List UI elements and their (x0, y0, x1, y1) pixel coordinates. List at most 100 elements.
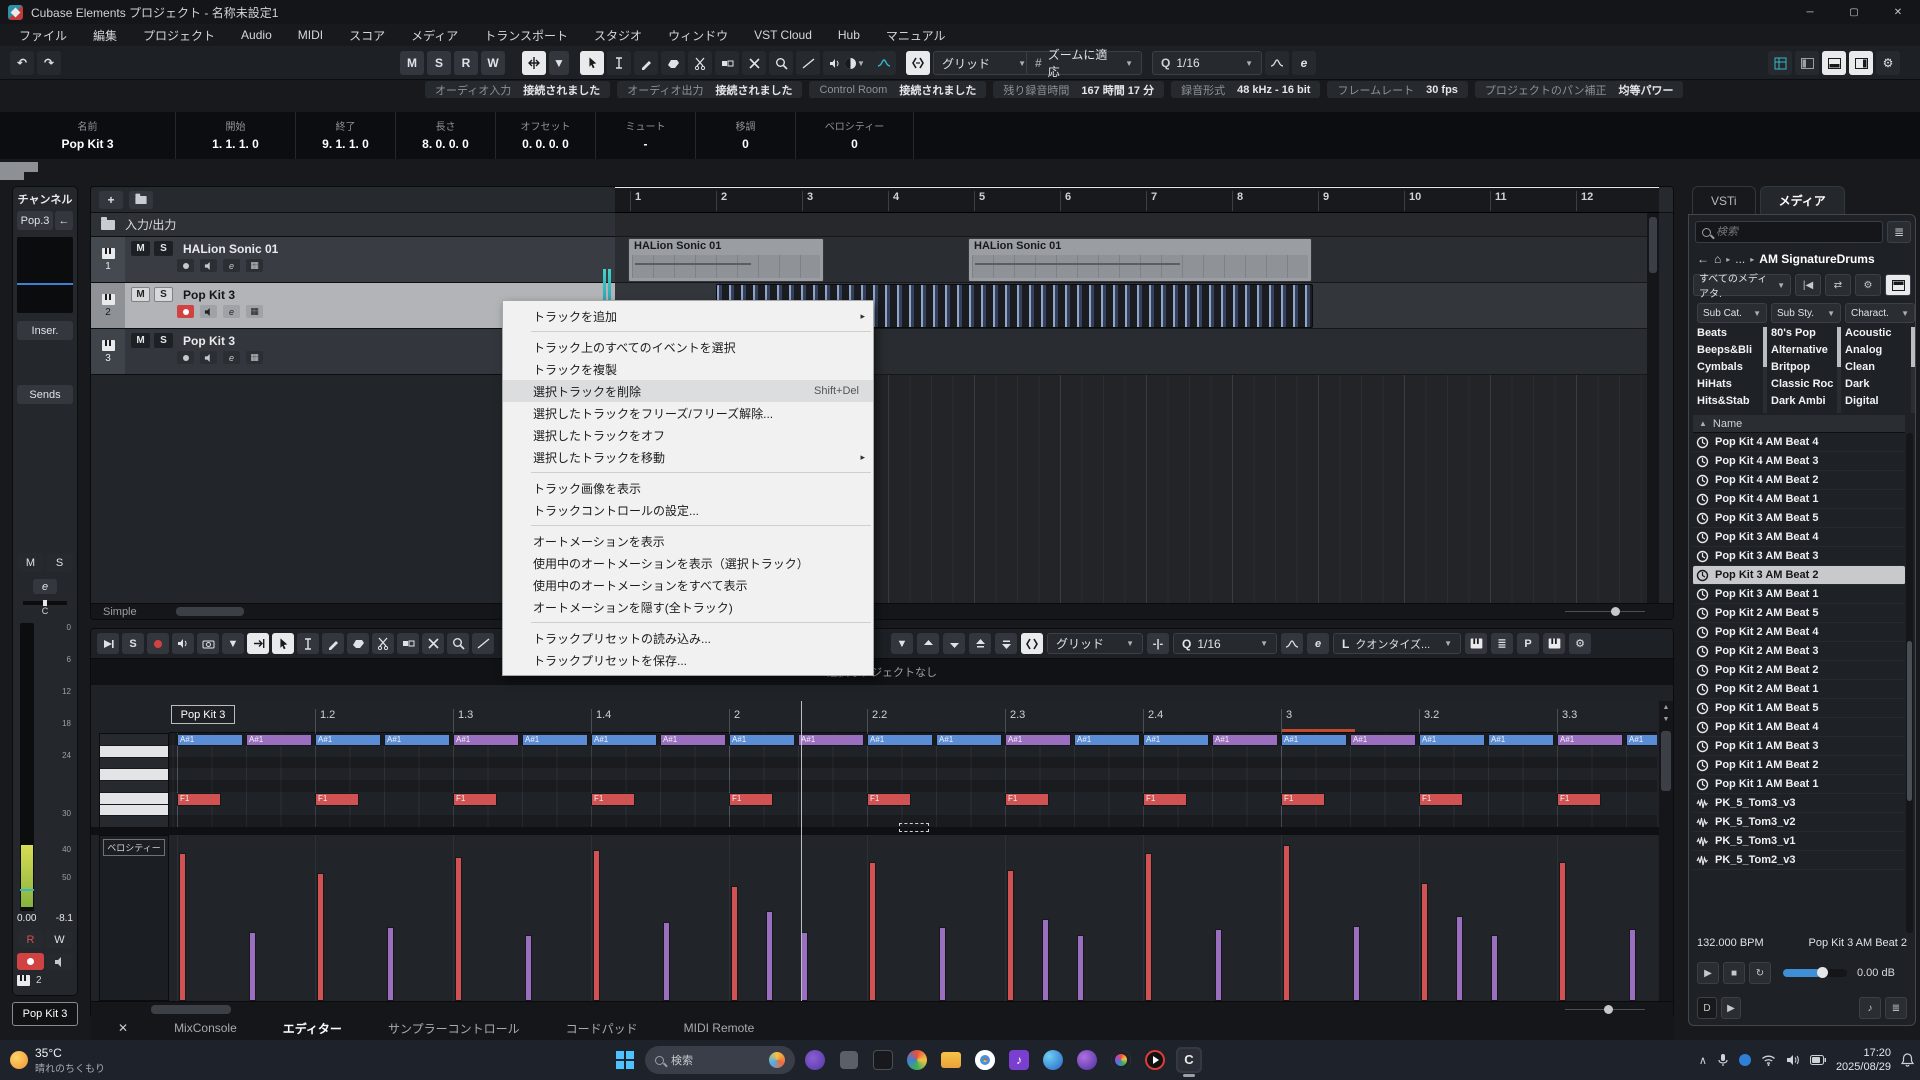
breadcrumb-current[interactable]: AM SignatureDrums (1759, 252, 1874, 266)
file-row-PK_5_Tom3_v3[interactable]: PK_5_Tom3_v3 (1693, 794, 1905, 813)
menubar-item-スコア[interactable]: スコア (336, 27, 398, 44)
file-row-Pop Kit 3 AM Beat 4[interactable]: Pop Kit 3 AM Beat 4 (1693, 528, 1905, 547)
velocity-bar[interactable] (801, 932, 808, 1001)
quantize-select[interactable]: Q 1/16 ▼ (1152, 51, 1262, 75)
start-button[interactable] (612, 1047, 638, 1073)
minimize-button[interactable]: ─ (1788, 0, 1832, 24)
move-up-button[interactable] (917, 633, 939, 654)
editor-rec-button[interactable] (147, 633, 169, 654)
menubar-item-VST Cloud[interactable]: VST Cloud (741, 28, 825, 42)
midi-note-kick[interactable]: F1 (867, 793, 911, 806)
menubar-item-ウィンドウ[interactable]: ウィンドウ (655, 27, 741, 44)
velocity-bar[interactable] (939, 927, 946, 1001)
taskbar-app-photos[interactable] (1108, 1047, 1134, 1073)
record-enable-button[interactable] (17, 953, 44, 970)
menubar-item-編集[interactable]: 編集 (80, 27, 130, 44)
redo-button[interactable]: ↷ (37, 51, 61, 75)
file-row-PK_5_Tom2_v3[interactable]: PK_5_Tom2_v3 (1693, 851, 1905, 870)
menu-item-選択したトラックを移動[interactable]: 選択したトラックを移動▸ (503, 446, 873, 468)
menu-item-使用中のオートメーションをすべて表示[interactable]: 使用中のオートメーションをすべて表示 (503, 574, 873, 596)
media-search-field[interactable] (1695, 221, 1883, 243)
infoline-開始[interactable]: 開始1. 1. 1. 0 (176, 112, 296, 159)
microphone-icon[interactable] (1717, 1053, 1729, 1067)
midi-note-hihat[interactable]: A#1 (591, 734, 657, 746)
grid-type-select[interactable]: # ズームに適応 ▼ (1026, 51, 1142, 75)
filter-scrollbar[interactable] (1911, 327, 1915, 413)
velocity-bar[interactable] (387, 927, 394, 1001)
taskbar-app-file-explorer[interactable] (938, 1047, 964, 1073)
file-row-Pop Kit 2 AM Beat 2[interactable]: Pop Kit 2 AM Beat 2 (1693, 661, 1905, 680)
infoline-オフセット[interactable]: オフセット0. 0. 0. 0 (496, 112, 596, 159)
file-row-Pop Kit 3 AM Beat 5[interactable]: Pop Kit 3 AM Beat 5 (1693, 509, 1905, 528)
filter-item-80's Pop[interactable]: 80's Pop (1771, 327, 1841, 344)
piano-keyboard[interactable] (99, 733, 169, 827)
track-record-button[interactable] (177, 351, 194, 364)
shuffle-button[interactable]: ⇄ (1825, 274, 1851, 296)
midi-note-hihat[interactable]: A#1 (1557, 734, 1623, 746)
right-zone-toggle[interactable] (1849, 51, 1873, 75)
editor-vertical-scrollbar[interactable]: ▲▼ (1659, 701, 1673, 1001)
automation-s-button[interactable]: S (427, 51, 451, 75)
file-row-Pop Kit 2 AM Beat 1[interactable]: Pop Kit 2 AM Beat 1 (1693, 680, 1905, 699)
midi-note-hihat[interactable]: A#1 (1074, 734, 1140, 746)
line-tool-button[interactable] (796, 51, 820, 75)
velocity-bar[interactable] (1353, 926, 1360, 1001)
track-visibility-button[interactable] (129, 191, 153, 209)
maximize-button[interactable]: ▢ (1832, 0, 1876, 24)
taskbar-app-terminal[interactable] (870, 1047, 896, 1073)
file-row-Pop Kit 2 AM Beat 4[interactable]: Pop Kit 2 AM Beat 4 (1693, 623, 1905, 642)
filter-item-Dark Ambi[interactable]: Dark Ambi (1771, 395, 1841, 412)
part-select-button[interactable]: ▼ (891, 633, 913, 654)
media-type-select[interactable]: すべてのメディアタ.▼ (1693, 274, 1791, 296)
menubar-item-ファイル[interactable]: ファイル (6, 27, 80, 44)
editor-range-select-button[interactable] (297, 633, 319, 654)
midi-note-kick[interactable]: F1 (315, 793, 359, 806)
taskbar-app-edge[interactable] (1040, 1047, 1066, 1073)
piano-key-black[interactable] (100, 734, 168, 746)
lane-splitter[interactable] (91, 827, 1673, 835)
length-quantize-select[interactable]: Lクオンタイズ...▼ (1333, 633, 1461, 654)
menubar-item-プロジェクト[interactable]: プロジェクト (130, 27, 228, 44)
lower-zone-toggle[interactable] (1822, 51, 1846, 75)
midi-note-hihat[interactable]: A#1 (1626, 734, 1657, 746)
add-track-button[interactable]: + (99, 191, 123, 209)
file-row-PK_5_Tom3_v2[interactable]: PK_5_Tom3_v2 (1693, 813, 1905, 832)
project-ruler[interactable]: 123456789101112 (615, 187, 1659, 213)
track-edit-button[interactable]: e (223, 305, 240, 318)
event-list-button[interactable]: ≣ (1491, 633, 1513, 654)
battery-icon[interactable] (1810, 1055, 1826, 1065)
track-solo-button[interactable]: S (154, 287, 173, 302)
channel-track-name[interactable]: Pop Kit 3 (12, 1002, 78, 1026)
page-setup-button[interactable]: P (1517, 633, 1539, 654)
folder-track-row[interactable]: 入力/出力 (91, 213, 615, 237)
editor-swing-button[interactable] (1281, 633, 1303, 654)
track-monitor-button[interactable] (200, 259, 217, 272)
track-editor-icon[interactable]: ▦ (246, 305, 263, 318)
taskbar-app-cubase[interactable]: C (1176, 1047, 1202, 1073)
file-row-Pop Kit 1 AM Beat 1[interactable]: Pop Kit 1 AM Beat 1 (1693, 775, 1905, 794)
back-icon[interactable]: ← (1697, 252, 1709, 266)
velocity-bar[interactable] (1007, 870, 1014, 1001)
midi-note-kick[interactable]: F1 (1143, 793, 1187, 806)
track-mute-button[interactable]: M (131, 333, 150, 348)
editor-camera-button[interactable] (197, 633, 219, 654)
left-zone-toggle[interactable] (1795, 51, 1819, 75)
right-zone-tab-VSTi[interactable]: VSTi (1692, 186, 1756, 214)
track-solo-button[interactable]: S (154, 333, 173, 348)
track-monitor-button[interactable] (200, 351, 217, 364)
close-lower-zone-button[interactable]: ✕ (118, 1021, 128, 1035)
object-select-tool-button[interactable] (580, 51, 604, 75)
track-mute-button[interactable]: M (131, 287, 150, 302)
menu-item-トラック画像を表示[interactable]: トラック画像を表示 (503, 477, 873, 499)
editor-dd-button[interactable]: ▼ (222, 633, 244, 654)
beat-agent-icon[interactable]: ♪ (1859, 997, 1881, 1019)
tab-コードパッド[interactable]: コードパッド (566, 1020, 638, 1037)
midi-note-kick[interactable]: F1 (1005, 793, 1049, 806)
file-row-Pop Kit 3 AM Beat 2[interactable]: Pop Kit 3 AM Beat 2 (1693, 566, 1905, 585)
midi-note-hihat[interactable]: A#1 (453, 734, 519, 746)
home-icon[interactable]: ⌂ (1714, 252, 1721, 266)
menubar-item-MIDI[interactable]: MIDI (285, 28, 336, 42)
piano-key-white[interactable] (100, 769, 168, 781)
taskbar-app-violet-app[interactable] (1074, 1047, 1100, 1073)
results-scrollbar[interactable] (1906, 433, 1913, 933)
